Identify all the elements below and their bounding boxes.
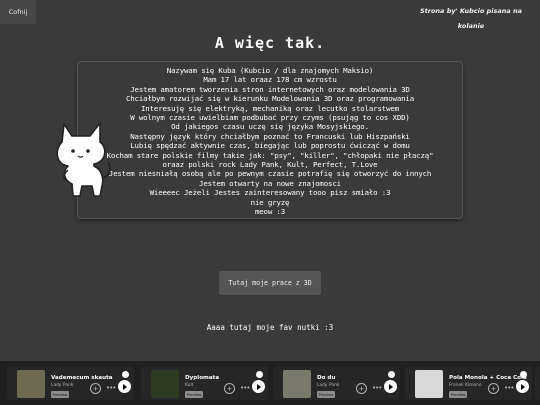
about-line: Następny język który chciałbym poznać to… (130, 131, 410, 141)
favorites-heading: Aaaa tutaj moje fav nutki :3 (206, 323, 334, 332)
spotify-logo-icon[interactable] (122, 371, 129, 378)
about-line: Kocham stare polskie filmy takie jak: "p… (106, 150, 434, 160)
page-title: A więc tak. (214, 34, 326, 52)
play-button[interactable] (252, 380, 265, 393)
about-line: nie gryzę (250, 197, 290, 207)
author-credit: Strona by' Kubcio pisana na kolanie (419, 7, 523, 30)
back-button[interactable]: Cofnij (0, 0, 36, 24)
spotify-logo-icon[interactable] (256, 371, 263, 378)
about-line: Jestem amatorem tworzenia stron internet… (130, 84, 410, 94)
spotify-player[interactable]: Do du Lady Pank Preview + ••• (273, 366, 400, 400)
cat-mascot-illustration (56, 122, 111, 197)
add-to-library-icon[interactable]: + (224, 383, 235, 394)
spotify-player-partial[interactable] (535, 366, 540, 400)
about-line: Nazywam się Kuba (Kubcio / dla znajomych… (166, 66, 374, 75)
about-line: Chciałbym rozwijać się w kierunku Modelo… (125, 94, 415, 104)
track-artist[interactable]: Lady Pank (51, 383, 73, 388)
track-title: Do du (317, 375, 336, 381)
more-options-icon[interactable]: ••• (504, 384, 514, 392)
about-line: Mam 17 lat oraaz 178 cm wzrostu (203, 75, 337, 85)
about-line: Interesuję się elektryką, mechaniką oraz… (141, 103, 399, 113)
track-title: Dyplomata (185, 375, 220, 381)
spotify-player[interactable]: Dyplomata Kult Preview + ••• (141, 366, 268, 400)
more-options-icon[interactable]: ••• (106, 384, 116, 392)
about-line: meow :3 (254, 207, 286, 217)
album-cover (283, 370, 311, 398)
more-options-icon[interactable]: ••• (372, 384, 382, 392)
play-button[interactable] (516, 380, 529, 393)
about-text: Nazywam się Kuba (Kubcio / dla znajomych… (78, 66, 462, 217)
track-title: Vademecum skauta (51, 375, 113, 381)
about-line: Lubię spędzać aktywnie czas, biegając lu… (130, 141, 410, 151)
more-options-icon[interactable]: ••• (240, 384, 250, 392)
about-line: Wieeeec Jeżeli Jestes zainteresowany too… (149, 188, 391, 198)
about-line: oraaz polski rock Lady Pank, Kult, Perfe… (162, 160, 378, 170)
preview-badge: Preview (449, 391, 467, 398)
preview-badge: Preview (51, 391, 69, 398)
spotify-logo-icon[interactable] (388, 371, 395, 378)
play-button[interactable] (118, 380, 131, 393)
add-to-library-icon[interactable]: + (90, 383, 101, 394)
about-panel: Nazywam się Kuba (Kubcio / dla znajomych… (78, 62, 462, 218)
album-cover (151, 370, 179, 398)
spotify-player[interactable]: Pola Monola + Coca Cola Franek Kimono Pr… (405, 366, 532, 400)
about-line: Jestem otwarty na nowe znajomosci (199, 178, 341, 188)
album-cover (415, 370, 443, 398)
music-players-strip: Vademecum skauta Lady Pank Preview + •••… (0, 361, 540, 405)
about-line: Jestem niesniałą osobą ale po pewnym cza… (108, 169, 432, 179)
add-to-library-icon[interactable]: + (488, 383, 499, 394)
track-artist[interactable]: Lady Pank (317, 383, 339, 388)
about-line: W wolnym czasie uwielbiam podbubać przy … (130, 113, 410, 123)
spotify-player[interactable]: Vademecum skauta Lady Pank Preview + ••• (7, 366, 134, 400)
play-button[interactable] (384, 380, 397, 393)
projects-3d-button[interactable]: Tutaj moje prace z 3D (219, 271, 321, 295)
about-line: Od jakiegos czasu uczę się języka Mosyjs… (171, 122, 369, 132)
album-cover (17, 370, 45, 398)
track-title: Pola Monola + Coca Cola (449, 375, 527, 381)
preview-badge: Preview (317, 391, 335, 398)
add-to-library-icon[interactable]: + (356, 383, 367, 394)
spotify-logo-icon[interactable] (520, 371, 527, 378)
track-artist[interactable]: Franek Kimono (449, 383, 482, 388)
preview-badge: Preview (185, 391, 203, 398)
track-artist[interactable]: Kult (185, 383, 193, 388)
